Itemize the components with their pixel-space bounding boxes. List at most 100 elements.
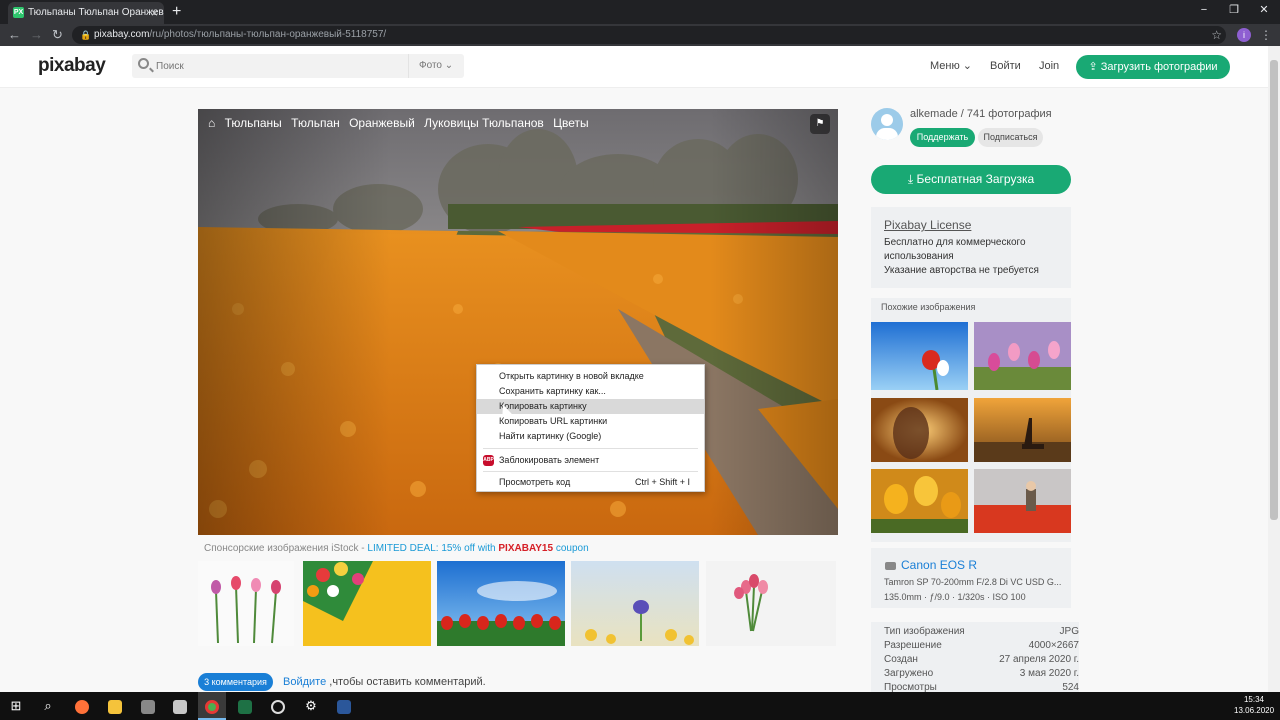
join-link[interactable]: Join <box>1039 54 1059 78</box>
tag-link[interactable]: Цветы <box>553 116 589 130</box>
license-line: использования <box>884 251 954 262</box>
pixabay-logo[interactable]: pixabay <box>38 55 106 77</box>
login-to-comment-link[interactable]: Войдите <box>283 676 326 688</box>
forward-button[interactable]: → <box>30 24 43 46</box>
browser-menu-icon[interactable]: ⋮ <box>1260 24 1272 46</box>
tab-close-icon[interactable]: × <box>151 2 158 24</box>
calculator-icon[interactable] <box>134 692 162 720</box>
close-window-button[interactable]: ✕ <box>1250 0 1278 20</box>
info-value: 524 <box>1062 682 1079 692</box>
similar-image[interactable] <box>871 469 968 533</box>
menu-button[interactable]: Меню ⌄ <box>930 54 972 78</box>
photos-icon[interactable] <box>166 692 194 720</box>
author-name[interactable]: alkemade / 741 фотография <box>910 108 1052 120</box>
author-avatar[interactable] <box>871 108 903 140</box>
ctx-open-new-tab[interactable]: Открыть картинку в новой вкладке <box>477 369 704 384</box>
tag-link[interactable]: Оранжевый <box>349 116 415 130</box>
file-explorer-icon[interactable] <box>101 692 129 720</box>
new-tab-button[interactable]: + <box>172 2 181 22</box>
comments-button[interactable]: 3 комментария <box>198 673 273 691</box>
sponsored-thumbnail[interactable] <box>303 561 431 646</box>
ctx-block-element-label: Заблокировать элемент <box>499 455 600 465</box>
license-line: Бесплатно для коммерческого <box>884 237 1026 248</box>
info-row: Тип изображения JPG <box>884 626 1079 640</box>
info-label: Просмотры <box>884 682 937 692</box>
ctx-inspect-label: Просмотреть код <box>499 477 571 487</box>
bookmark-star-icon[interactable]: ☆ <box>1211 24 1222 46</box>
ctx-copy-image-url[interactable]: Копировать URL картинки <box>477 414 704 429</box>
sponsored-text: Спонсорские изображения iStock - LIMITED… <box>204 543 589 554</box>
support-button[interactable]: Поддержать <box>910 128 975 147</box>
sponsored-thumbnail[interactable] <box>198 561 294 646</box>
info-value: 4000×2667 <box>1028 640 1079 651</box>
ctx-save-image-as[interactable]: Сохранить картинку как... <box>477 384 704 399</box>
word-icon[interactable] <box>330 692 358 720</box>
comment-prompt: Войдите ,чтобы оставить комментарий. <box>283 676 486 688</box>
license-line: Указание авторства не требуется <box>884 265 1039 276</box>
excel-icon[interactable] <box>231 692 259 720</box>
maximize-button[interactable]: ❐ <box>1220 0 1248 20</box>
download-icon: ⤓ <box>907 172 914 186</box>
chrome-icon[interactable] <box>198 692 226 720</box>
context-menu: Открыть картинку в новой вкладке Сохрани… <box>476 364 705 492</box>
red-tulips-sky-image <box>437 561 565 646</box>
upload-icon: ⇪ <box>1088 61 1098 73</box>
search-type-select[interactable]: Фото ⌄ <box>408 54 464 78</box>
menu-divider <box>483 448 698 449</box>
license-title-link[interactable]: Pixabay License <box>884 218 971 232</box>
lock-icon: 🔒 <box>80 30 92 40</box>
camera-model-link[interactable]: Canon EOS R <box>901 558 977 572</box>
ctx-inspect-shortcut: Ctrl + Shift + I <box>634 477 690 487</box>
clock-app-icon[interactable] <box>264 692 292 720</box>
address-bar-row: ← → ↻ 🔒 pixabay.com/ru/photos/тюльпаны-т… <box>0 24 1280 46</box>
scrollbar-thumb[interactable] <box>1270 60 1278 520</box>
home-icon[interactable]: ⌂ <box>208 116 215 130</box>
tag-link[interactable]: Тюльпаны <box>225 116 282 130</box>
site-header: pixabay Фото ⌄ Меню ⌄ Войти Join ⇪ Загру… <box>0 46 1268 88</box>
upload-photos-button[interactable]: ⇪ Загрузить фотографии <box>1076 55 1230 79</box>
firefox-icon[interactable] <box>68 692 96 720</box>
profile-avatar[interactable]: i <box>1237 28 1251 42</box>
info-label: Загружено <box>884 668 934 679</box>
sponsored-suffix[interactable]: coupon <box>553 543 589 554</box>
taskbar-clock[interactable]: 15:34 13.06.2020 <box>1234 694 1274 716</box>
free-download-button[interactable]: ⤓ Бесплатная Загрузка <box>871 165 1071 194</box>
similar-image[interactable] <box>871 322 968 390</box>
url-input[interactable]: 🔒 pixabay.com/ru/photos/тюльпаны-тюльпан… <box>72 26 1226 44</box>
similar-image[interactable] <box>974 398 1071 462</box>
camera-icon <box>885 562 896 570</box>
ship-sunset-image <box>974 398 1071 462</box>
red-tulip-blue-sky-image <box>871 322 968 390</box>
similar-image[interactable] <box>974 469 1071 533</box>
search-icon[interactable]: ⌕ <box>34 692 62 720</box>
back-button[interactable]: ← <box>8 24 21 46</box>
ctx-inspect[interactable]: Просмотреть код Ctrl + Shift + I <box>477 475 704 490</box>
sponsored-thumbnail[interactable] <box>571 561 699 646</box>
similar-image[interactable] <box>871 398 968 462</box>
flag-icon[interactable]: ⚑ <box>810 114 830 134</box>
search-icon <box>138 58 149 69</box>
reload-button[interactable]: ↻ <box>52 24 63 46</box>
tag-link[interactable]: Луковицы Тюльпанов <box>424 116 544 130</box>
search-input[interactable] <box>156 54 396 78</box>
sponsored-thumbnail[interactable] <box>706 561 836 646</box>
search-type-label: Фото <box>419 60 442 71</box>
settings-gear-icon[interactable]: ⚙ <box>297 692 325 720</box>
similar-image[interactable] <box>974 322 1071 390</box>
minimize-button[interactable]: − <box>1190 0 1218 20</box>
sponsored-deal[interactable]: LIMITED DEAL: 15% off with <box>367 543 498 554</box>
login-link[interactable]: Войти <box>990 54 1021 78</box>
ctx-block-element[interactable]: ABP Заблокировать элемент <box>477 453 704 468</box>
camera-info-box: Canon EOS R Tamron SP 70-200mm F/2.8 Di … <box>871 548 1071 608</box>
coupon-code[interactable]: PIXABAY15 <box>498 543 553 554</box>
avatar-body-icon <box>876 128 898 140</box>
chevron-down-icon: ⌄ <box>962 60 973 72</box>
tag-link[interactable]: Тюльпан <box>291 116 340 130</box>
subscribe-button[interactable]: Подписаться <box>978 128 1043 147</box>
browser-tab[interactable]: PX Тюльпаны Тюльпан Оранжевый × <box>8 2 164 24</box>
chevron-down-icon: ⌄ <box>444 60 454 71</box>
sponsored-thumbnail[interactable] <box>437 561 565 646</box>
url-host: pixabay.com <box>94 29 150 40</box>
windows-start-icon[interactable]: ⊞ <box>2 692 30 720</box>
ctx-search-google[interactable]: Найти картинку (Google) <box>477 429 704 444</box>
